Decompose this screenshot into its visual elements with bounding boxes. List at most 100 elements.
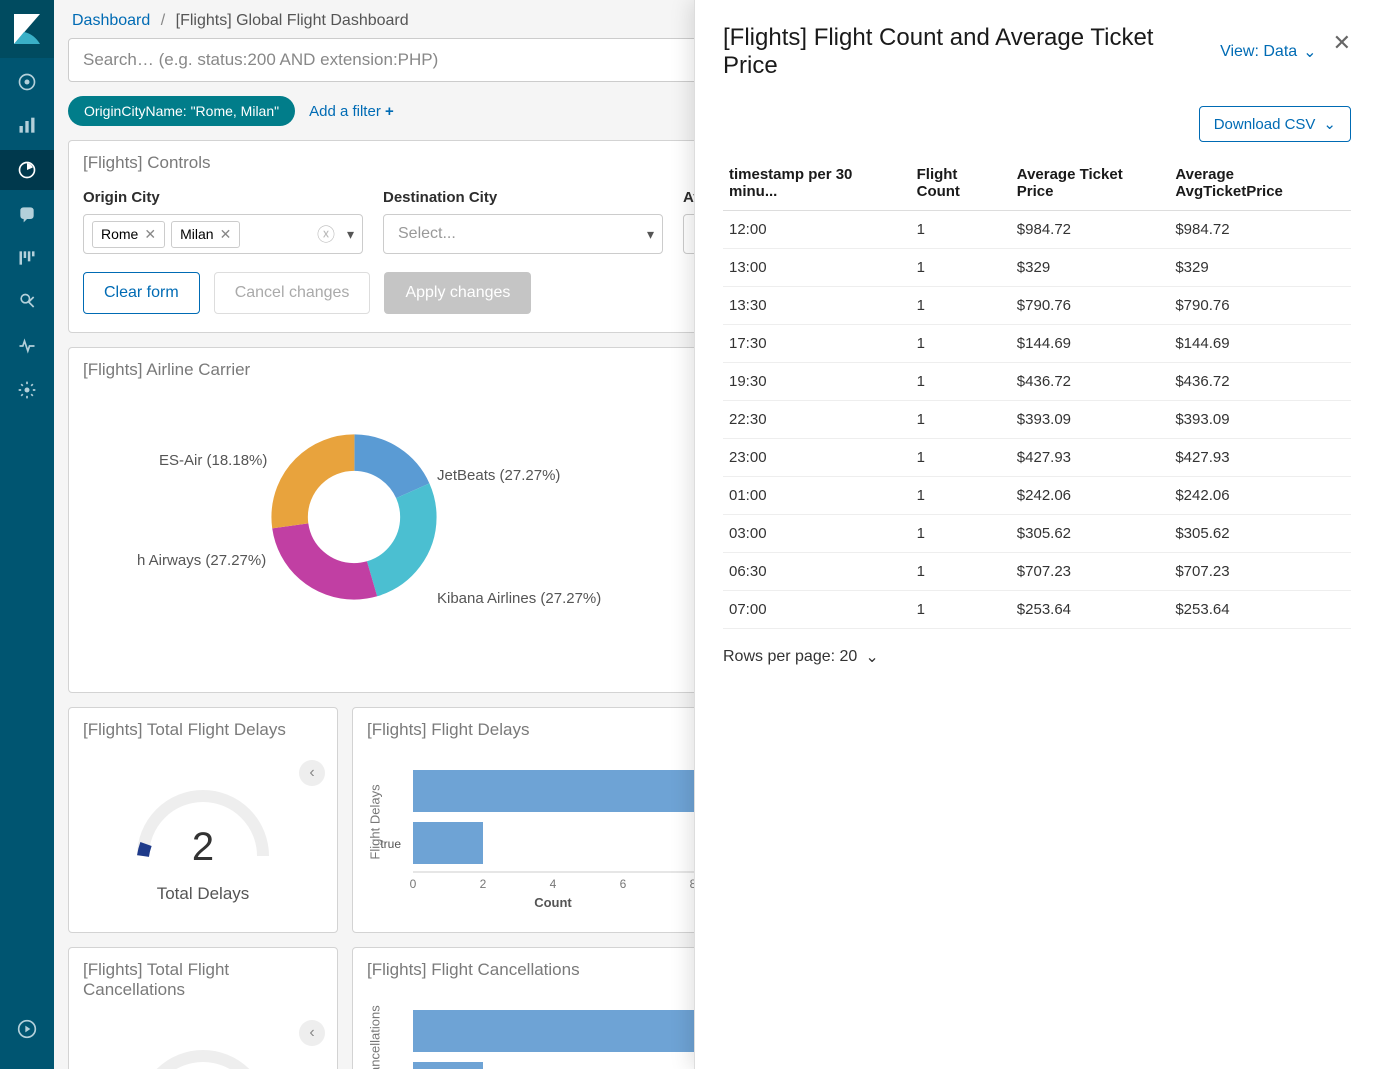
- table-cell: 1: [911, 287, 1011, 325]
- panel-title: [Flights] Total Flight Delays: [69, 708, 337, 752]
- table-cell: 19:30: [723, 363, 911, 401]
- table-cell: 06:30: [723, 553, 911, 591]
- table-cell: $305.62: [1169, 515, 1351, 553]
- table-cell: $707.23: [1169, 553, 1351, 591]
- collapse-icon[interactable]: [0, 1009, 54, 1049]
- visualize-icon[interactable]: [0, 106, 54, 146]
- table-cell: $393.09: [1169, 401, 1351, 439]
- table-cell: 12:00: [723, 211, 911, 249]
- chevron-down-icon: ⌄: [1303, 42, 1316, 62]
- view-data-toggle[interactable]: View: Data⌄: [1220, 42, 1316, 62]
- timelion-icon[interactable]: [0, 238, 54, 278]
- management-icon[interactable]: [0, 370, 54, 410]
- breadcrumb-root[interactable]: Dashboard: [72, 12, 150, 29]
- table-row: 03:001$305.62$305.62: [723, 515, 1351, 553]
- rows-per-page[interactable]: Rows per page: 20⌄: [723, 647, 1351, 667]
- dashboard-icon[interactable]: [0, 150, 54, 190]
- table-cell: $253.64: [1011, 591, 1170, 629]
- table-header[interactable]: Flight Count: [911, 156, 1011, 211]
- donut-label-kibana: Kibana Airlines (27.27%): [437, 590, 601, 607]
- table-cell: $984.72: [1169, 211, 1351, 249]
- table-cell: 1: [911, 325, 1011, 363]
- kibana-logo[interactable]: [0, 0, 54, 58]
- table-row: 01:001$242.06$242.06: [723, 477, 1351, 515]
- discover-icon[interactable]: [0, 62, 54, 102]
- table-cell: 23:00: [723, 439, 911, 477]
- table-cell: 1: [911, 439, 1011, 477]
- donut-label-hairways: h Airways (27.27%): [137, 552, 266, 569]
- table-cell: 1: [911, 515, 1011, 553]
- table-row: 13:001$329$329: [723, 249, 1351, 287]
- table-header[interactable]: Average AvgTicketPrice: [1169, 156, 1351, 211]
- chevron-down-icon[interactable]: ▾: [647, 226, 654, 243]
- table-row: 22:301$393.09$393.09: [723, 401, 1351, 439]
- filter-pill[interactable]: OriginCityName: "Rome, Milan": [68, 96, 295, 126]
- table-row: 12:001$984.72$984.72: [723, 211, 1351, 249]
- origin-city-combobox[interactable]: Rome✕ Milan✕ ⓧ ▾: [83, 214, 363, 254]
- table-header[interactable]: Average Ticket Price: [1011, 156, 1170, 211]
- gauge-value: 2: [192, 825, 214, 870]
- bar-chart: true 0 2 4 6 8 Count: [353, 752, 733, 922]
- canvas-icon[interactable]: [0, 194, 54, 234]
- gauge-chart: [128, 1041, 278, 1069]
- table-cell: $393.09: [1011, 401, 1170, 439]
- breadcrumb-current: [Flights] Global Flight Dashboard: [176, 12, 409, 29]
- tag-rome[interactable]: Rome✕: [92, 221, 165, 248]
- close-icon[interactable]: ✕: [144, 226, 156, 243]
- table-cell: 13:30: [723, 287, 911, 325]
- donut-label-es: ES-Air (18.18%): [159, 452, 267, 469]
- table-cell: $427.93: [1011, 439, 1170, 477]
- clear-icon[interactable]: ⓧ: [317, 221, 335, 247]
- table-cell: 1: [911, 553, 1011, 591]
- table-cell: 1: [911, 363, 1011, 401]
- donut-chart: [269, 432, 439, 602]
- table-cell: $790.76: [1169, 287, 1351, 325]
- table-cell: $144.69: [1011, 325, 1170, 363]
- apply-changes-button[interactable]: Apply changes: [384, 272, 531, 314]
- panel-title: [Flights] Total Flight Cancellations: [69, 948, 337, 1012]
- monitoring-icon[interactable]: [0, 326, 54, 366]
- chevron-left-icon[interactable]: ‹: [299, 760, 325, 786]
- table-cell: 13:00: [723, 249, 911, 287]
- svg-text:true: true: [380, 837, 401, 851]
- table-row: 07:001$253.64$253.64: [723, 591, 1351, 629]
- origin-city-label: Origin City: [83, 189, 363, 206]
- table-cell: 1: [911, 211, 1011, 249]
- table-cell: $984.72: [1011, 211, 1170, 249]
- devtools-icon[interactable]: [0, 282, 54, 322]
- y-axis-label: Flight Cancellations: [368, 1005, 383, 1069]
- svg-text:4: 4: [550, 877, 557, 891]
- table-row: 23:001$427.93$427.93: [723, 439, 1351, 477]
- table-cell: 1: [911, 249, 1011, 287]
- total-cancellations-panel: [Flights] Total Flight Cancellations ‹ 2…: [68, 947, 338, 1069]
- flyout-title: [Flights] Flight Count and Average Ticke…: [723, 24, 1204, 80]
- destination-city-label: Destination City: [383, 189, 663, 206]
- chevron-down-icon: ⌄: [865, 647, 878, 667]
- table-row: 06:301$707.23$707.23: [723, 553, 1351, 591]
- chevron-left-icon[interactable]: ‹: [299, 1020, 325, 1046]
- table-row: 19:301$436.72$436.72: [723, 363, 1351, 401]
- download-csv-button[interactable]: Download CSV⌄: [1199, 106, 1351, 142]
- table-cell: 1: [911, 591, 1011, 629]
- close-icon[interactable]: ✕: [220, 226, 232, 243]
- tag-milan[interactable]: Milan✕: [171, 221, 240, 248]
- table-cell: $242.06: [1011, 477, 1170, 515]
- chevron-down-icon[interactable]: ▾: [347, 226, 354, 243]
- donut-label-jet: JetBeats (27.27%): [437, 467, 560, 484]
- table-cell: $790.76: [1011, 287, 1170, 325]
- data-table: timestamp per 30 minu...Flight CountAver…: [723, 156, 1351, 629]
- bar-chart: true 0 2 4 6 8 Count: [353, 992, 733, 1069]
- chevron-down-icon: ⌄: [1323, 115, 1336, 133]
- svg-text:Count: Count: [534, 895, 572, 910]
- table-cell: $242.06: [1169, 477, 1351, 515]
- clear-form-button[interactable]: Clear form: [83, 272, 200, 314]
- table-cell: $329: [1011, 249, 1170, 287]
- destination-city-combobox[interactable]: Select... ▾: [383, 214, 663, 254]
- breadcrumb-sep: /: [161, 12, 165, 29]
- table-cell: $427.93: [1169, 439, 1351, 477]
- cancel-changes-button[interactable]: Cancel changes: [214, 272, 371, 314]
- table-header[interactable]: timestamp per 30 minu...: [723, 156, 911, 211]
- close-icon[interactable]: ✕: [1333, 32, 1351, 54]
- add-filter-button[interactable]: Add a filter +: [309, 103, 394, 120]
- gauge-label: Total Delays: [157, 884, 250, 904]
